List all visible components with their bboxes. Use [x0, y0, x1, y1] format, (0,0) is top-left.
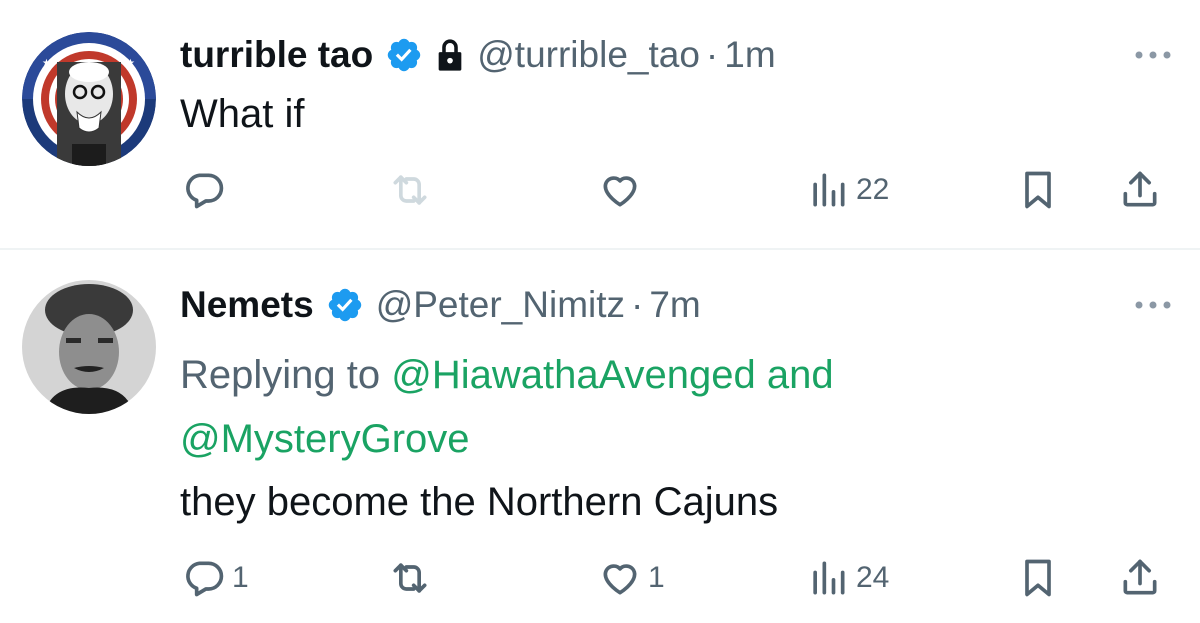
tweet-actions: 1 1 24 [0, 553, 1200, 603]
views-button[interactable]: 24 [806, 553, 889, 603]
reply-button[interactable]: 1 [182, 553, 249, 603]
reply-icon [186, 173, 224, 209]
more-icon[interactable] [1134, 50, 1172, 60]
avatar-turrible-tao[interactable]: ★ ★ [22, 32, 156, 166]
lock-icon [438, 39, 462, 71]
retweet-icon [393, 175, 427, 205]
views-button[interactable]: 22 [806, 165, 889, 215]
retweet-button[interactable] [388, 553, 438, 603]
bookmark-button[interactable] [1016, 165, 1060, 215]
tweet-header: Nemets @Peter_Nimitz · 7m [180, 280, 701, 330]
bookmark-button[interactable] [1016, 553, 1060, 603]
author-handle[interactable]: @Peter_Nimitz [376, 284, 625, 326]
author-name[interactable]: turrible tao [180, 34, 373, 76]
more-icon[interactable] [1134, 300, 1172, 310]
reply-icon [186, 561, 224, 597]
heart-icon [603, 176, 637, 207]
reply-button[interactable] [182, 165, 232, 215]
verified-badge-icon [328, 288, 361, 322]
bookmark-icon [1025, 559, 1051, 597]
bookmark-icon [1025, 171, 1051, 209]
mention-join: and [755, 353, 834, 397]
avatar-nemets[interactable] [22, 280, 156, 414]
like-button[interactable] [598, 165, 648, 215]
tweet-header: turrible tao @turrible_tao · 1m [180, 30, 776, 80]
like-count: 1 [648, 561, 665, 594]
separator-dot: · [631, 284, 644, 325]
timestamp[interactable]: 7m [649, 284, 700, 326]
replying-prefix: Replying to [180, 353, 392, 397]
svg-text:★: ★ [42, 58, 51, 69]
retweet-button [388, 165, 438, 215]
like-button[interactable]: 1 [598, 553, 665, 603]
share-icon [1123, 171, 1157, 207]
tweet-1[interactable]: ★ ★ turrible tao @turrible_tao · 1m What… [0, 0, 1200, 248]
replying-to: Replying to @HiawathaAvenged and @Myster… [180, 343, 980, 471]
views-count: 22 [856, 173, 890, 206]
share-button[interactable] [1118, 165, 1162, 215]
share-icon [1123, 559, 1157, 595]
separator-dot: · [705, 34, 719, 75]
avatar-image [22, 280, 156, 414]
tweet-2[interactable]: Nemets @Peter_Nimitz · 7m Replying to @H… [0, 250, 1200, 623]
tweet-text: they become the Northern Cajuns [180, 480, 779, 524]
share-button[interactable] [1118, 553, 1162, 603]
views-icon [813, 561, 845, 595]
views-count: 24 [856, 561, 890, 594]
author-handle[interactable]: @turrible_tao [477, 34, 700, 76]
tweet-actions: 22 [0, 165, 1200, 215]
verified-badge-icon [388, 38, 421, 72]
retweet-icon [393, 563, 427, 593]
reply-count: 1 [232, 561, 249, 594]
author-name[interactable]: Nemets [180, 284, 314, 326]
views-icon [813, 173, 845, 207]
timestamp[interactable]: 1m [724, 34, 775, 76]
svg-text:★: ★ [126, 58, 135, 69]
mention-link[interactable]: @MysteryGrove [180, 417, 470, 461]
mention-link[interactable]: @HiawathaAvenged [391, 353, 756, 397]
heart-icon [603, 564, 637, 595]
avatar-image: ★ ★ [22, 32, 156, 166]
tweet-text: What if [180, 92, 305, 136]
